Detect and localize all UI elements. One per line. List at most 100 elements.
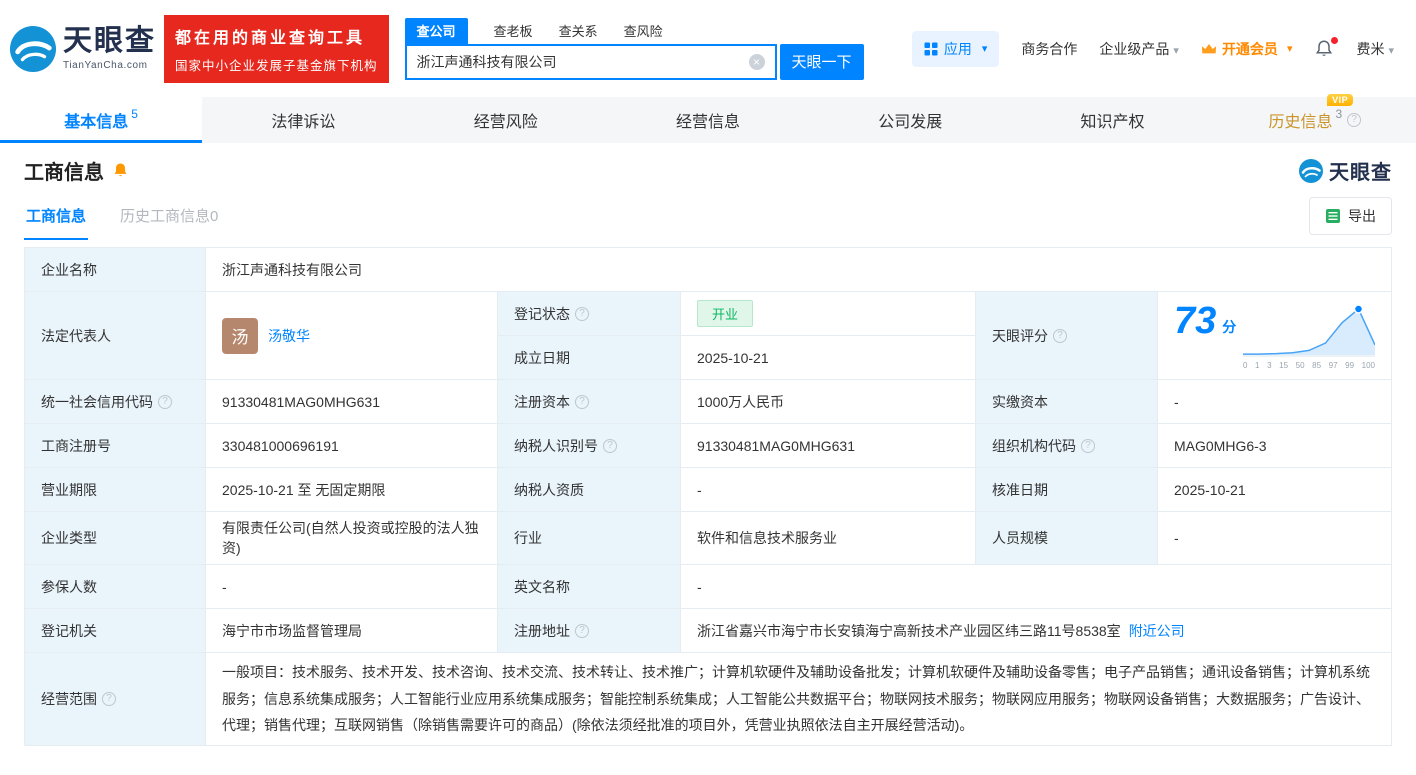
legal-rep-link[interactable]: 汤敬华: [268, 326, 310, 346]
industry-value: 软件和信息技术服务业: [681, 512, 976, 565]
paid-capital-value: -: [1158, 380, 1392, 424]
reg-address-value: 浙江省嘉兴市海宁市长安镇海宁高新技术产业园区纬三路11号8538室: [697, 623, 1121, 639]
reg-address-cell: 浙江省嘉兴市海宁市长安镇海宁高新技术产业园区纬三路11号8538室附近公司: [681, 609, 1392, 653]
promo-line1: 都在用的商业查询工具: [175, 24, 378, 48]
help-icon[interactable]: [575, 624, 589, 638]
logo-domain: TianYanCha.com: [63, 60, 156, 71]
tab-company-development[interactable]: 公司发展: [809, 97, 1011, 143]
reg-capital-value: 1000万人民币: [681, 380, 976, 424]
search-tabs: 查公司 查老板 查关系 查风险: [405, 18, 864, 44]
reg-authority-value: 海宁市市场监督管理局: [206, 609, 498, 653]
tianyancha-logo-icon: [10, 26, 56, 72]
promo-line2: 国家中小企业发展子基金旗下机构: [175, 55, 378, 74]
help-icon[interactable]: [102, 692, 116, 706]
section-title: 工商信息: [24, 156, 104, 185]
tab-history-info[interactable]: VIP 历史信息 3: [1214, 97, 1416, 143]
legal-rep-avatar[interactable]: 汤: [222, 318, 258, 354]
score-label: 天眼评分: [976, 292, 1158, 380]
tab-legal-proceedings[interactable]: 法律诉讼: [202, 97, 404, 143]
top-right-nav: 应用 商务合作 企业级产品 开通会员 费米: [912, 31, 1394, 67]
score-trend-chart: 0131550859799100: [1243, 301, 1375, 370]
reg-capital-label: 注册资本: [498, 380, 681, 424]
logo-name: 天眼查: [63, 27, 156, 56]
user-menu[interactable]: 费米: [1356, 39, 1394, 59]
tianyancha-logo[interactable]: 天眼查 TianYanCha.com: [10, 26, 156, 72]
subtab-history-registration[interactable]: 历史工商信息0: [118, 193, 220, 240]
reg-authority-label: 登记机关: [25, 609, 206, 653]
business-info-table: 企业名称 浙江声通科技有限公司 法定代表人 汤 汤敬华 登记状态 开业 天眼评分: [24, 247, 1392, 746]
subtabs-row: 工商信息 历史工商信息0 导出: [24, 193, 1392, 239]
help-icon[interactable]: [158, 395, 172, 409]
help-icon[interactable]: [1347, 113, 1361, 127]
help-icon[interactable]: [1053, 329, 1067, 343]
open-vip-link[interactable]: 开通会员: [1201, 39, 1293, 59]
promo-banner: 都在用的商业查询工具 国家中小企业发展子基金旗下机构: [164, 15, 389, 83]
tab-basic-info-count: 5: [131, 107, 138, 121]
establish-date-label: 成立日期: [498, 336, 681, 380]
notification-dot: [1331, 37, 1338, 44]
search-tab-risk[interactable]: 查风险: [624, 18, 663, 44]
apps-grid-icon: [924, 42, 938, 56]
credit-code-value: 91330481MAG0MHG631: [206, 380, 498, 424]
apps-menu[interactable]: 应用: [912, 31, 1000, 67]
notification-bell-icon[interactable]: [1314, 39, 1334, 59]
export-button[interactable]: 导出: [1309, 197, 1392, 235]
table-row: 企业类型 有限责任公司(自然人投资或控股的法人独资) 行业 软件和信息技术服务业…: [25, 512, 1392, 565]
company-name-label: 企业名称: [25, 248, 206, 292]
tab-intellectual-property[interactable]: 知识产权: [1011, 97, 1213, 143]
help-icon[interactable]: [575, 395, 589, 409]
tab-operational-risk[interactable]: 经营风险: [405, 97, 607, 143]
taxpayer-quality-label: 纳税人资质: [498, 468, 681, 512]
org-code-value: MAG0MHG6-3: [1158, 424, 1392, 468]
help-icon[interactable]: [603, 439, 617, 453]
search-button[interactable]: 天眼一下: [780, 44, 864, 80]
watermark-logo-text: 天眼查: [1329, 156, 1392, 185]
table-row: 企业名称 浙江声通科技有限公司: [25, 248, 1392, 292]
reg-status-cell: 开业: [681, 292, 976, 336]
help-icon[interactable]: [575, 307, 589, 321]
paid-capital-label: 实缴资本: [976, 380, 1158, 424]
business-scope-label: 经营范围: [25, 653, 206, 746]
tab-business-info[interactable]: 经营信息: [607, 97, 809, 143]
approval-date-label: 核准日期: [976, 468, 1158, 512]
watermark-logo: 天眼查: [1299, 156, 1392, 185]
table-row: 营业期限 2025-10-21 至 无固定期限 纳税人资质 - 核准日期 202…: [25, 468, 1392, 512]
taxpayer-id-label: 纳税人识别号: [498, 424, 681, 468]
score-cell: 73 分 0131550859799100: [1158, 292, 1392, 380]
top-bar: 天眼查 TianYanCha.com 都在用的商业查询工具 国家中小企业发展子基…: [0, 0, 1416, 97]
score-chart-ticks: 0131550859799100: [1243, 361, 1375, 370]
business-scope-value: 一般项目：技术服务、技术开发、技术咨询、技术交流、技术转让、技术推广；计算机软硬…: [206, 653, 1392, 746]
enterprise-products-menu[interactable]: 企业级产品: [1099, 39, 1179, 59]
reg-number-value: 330481000696191: [206, 424, 498, 468]
vip-badge: VIP: [1327, 94, 1353, 106]
tab-basic-info[interactable]: 基本信息 5: [0, 97, 202, 143]
search-block: 查公司 查老板 查关系 查风险 天眼一下: [405, 18, 864, 80]
score-marker-icon: [1355, 305, 1363, 313]
search-tab-relation[interactable]: 查关系: [559, 18, 598, 44]
status-badge: 开业: [697, 300, 753, 327]
table-row: 登记机关 海宁市市场监督管理局 注册地址 浙江省嘉兴市海宁市长安镇海宁高新技术产…: [25, 609, 1392, 653]
english-name-label: 英文名称: [498, 565, 681, 609]
search-input[interactable]: [417, 54, 749, 70]
help-icon[interactable]: [1081, 439, 1095, 453]
company-nav-tabs: 基本信息 5 法律诉讼 经营风险 经营信息 公司发展 知识产权 VIP 历史信息…: [0, 97, 1416, 143]
subscribe-bell-icon[interactable]: [112, 162, 129, 179]
company-type-label: 企业类型: [25, 512, 206, 565]
business-cooperation-link[interactable]: 商务合作: [1021, 39, 1077, 59]
clear-search-icon[interactable]: [749, 54, 765, 70]
tianyancha-logo-icon: [1299, 159, 1323, 183]
subtab-business-registration[interactable]: 工商信息: [24, 193, 88, 240]
main-content: 工商信息 天眼查 工商信息 历史工商信息0 导出: [0, 156, 1416, 746]
table-row: 工商注册号 330481000696191 纳税人识别号 91330481MAG…: [25, 424, 1392, 468]
crown-icon: [1201, 42, 1217, 55]
search-box: [405, 44, 777, 80]
org-code-label: 组织机构代码: [976, 424, 1158, 468]
taxpayer-id-value: 91330481MAG0MHG631: [681, 424, 976, 468]
export-excel-icon: [1325, 208, 1341, 224]
search-tab-company[interactable]: 查公司: [405, 18, 468, 44]
nearby-companies-link[interactable]: 附近公司: [1129, 623, 1185, 639]
taxpayer-quality-value: -: [681, 468, 976, 512]
search-tab-boss[interactable]: 查老板: [494, 18, 533, 44]
staff-size-label: 人员规模: [976, 512, 1158, 565]
table-row: 经营范围 一般项目：技术服务、技术开发、技术咨询、技术交流、技术转让、技术推广；…: [25, 653, 1392, 746]
